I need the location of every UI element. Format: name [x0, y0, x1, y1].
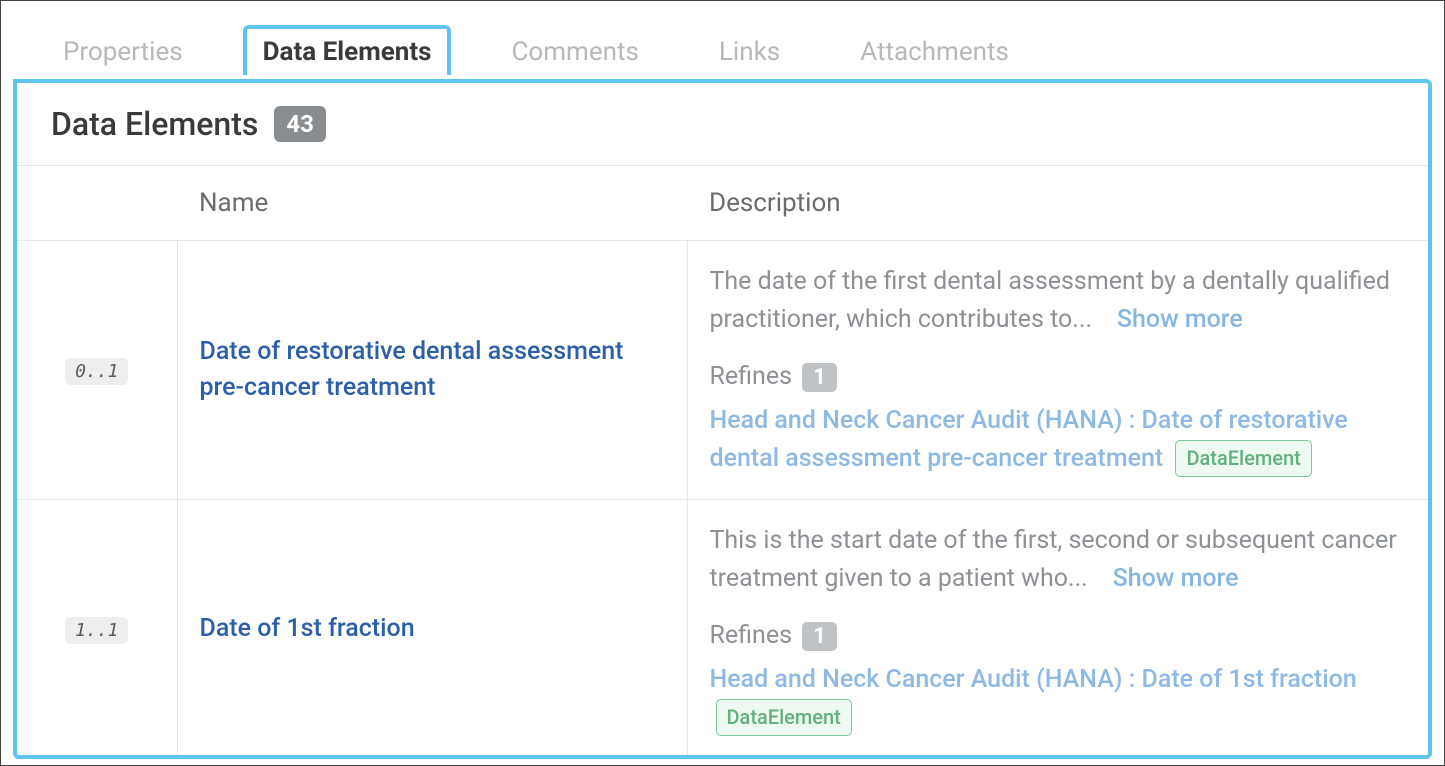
- type-chip: DataElement: [1175, 440, 1311, 477]
- name-cell: Date of restorative dental assessment pr…: [177, 241, 687, 500]
- refines-label: Refines: [710, 621, 792, 650]
- refines-count: 1: [802, 363, 837, 392]
- tab-links[interactable]: Links: [699, 25, 800, 75]
- show-more-link[interactable]: Show more: [1113, 564, 1239, 593]
- cardinality-chip: 1..1: [65, 617, 128, 644]
- window: Properties Data Elements Comments Links …: [0, 0, 1445, 766]
- refines-row: Refines 1 Head and Neck Cancer Audit (HA…: [710, 621, 1407, 736]
- count-badge: 43: [274, 106, 326, 142]
- show-more-link[interactable]: Show more: [1117, 305, 1243, 334]
- panel-header: Data Elements 43: [17, 83, 1428, 166]
- cardinality-cell: 1..1: [17, 500, 177, 759]
- tab-bar: Properties Data Elements Comments Links …: [1, 1, 1444, 83]
- refines-count: 1: [802, 622, 837, 651]
- tab-attachments[interactable]: Attachments: [840, 25, 1029, 75]
- data-elements-panel: Data Elements 43 Name Description 0..1: [13, 79, 1432, 759]
- cardinality-chip: 0..1: [65, 358, 128, 385]
- type-chip: DataElement: [716, 699, 852, 736]
- description-text: This is the start date of the first, sec…: [710, 526, 1397, 593]
- element-name-link[interactable]: Date of restorative dental assessment pr…: [200, 337, 624, 402]
- refines-link-text: Head and Neck Cancer Audit (HANA) : Date…: [710, 665, 1357, 694]
- col-description: Description: [687, 166, 1428, 241]
- table-row: 1..1 Date of 1st fraction This is the st…: [17, 500, 1428, 759]
- elements-table: Name Description 0..1 Date of restorativ…: [17, 166, 1428, 758]
- col-name: Name: [177, 166, 687, 241]
- tab-data-elements[interactable]: Data Elements: [243, 25, 452, 75]
- tab-comments[interactable]: Comments: [491, 25, 658, 75]
- refines-link[interactable]: Head and Neck Cancer Audit (HANA) : Date…: [710, 402, 1407, 477]
- panel-title: Data Elements: [51, 105, 258, 143]
- col-cardinality: [17, 166, 177, 241]
- tab-properties[interactable]: Properties: [43, 25, 203, 75]
- description-cell: This is the start date of the first, sec…: [687, 500, 1428, 759]
- description-text: The date of the first dental assessment …: [710, 267, 1391, 334]
- description-cell: The date of the first dental assessment …: [687, 241, 1428, 500]
- element-name-link[interactable]: Date of 1st fraction: [200, 614, 415, 643]
- table-row: 0..1 Date of restorative dental assessme…: [17, 241, 1428, 500]
- refines-label: Refines: [710, 362, 792, 391]
- name-cell: Date of 1st fraction: [177, 500, 687, 759]
- refines-link[interactable]: Head and Neck Cancer Audit (HANA) : Date…: [710, 661, 1407, 736]
- refines-row: Refines 1 Head and Neck Cancer Audit (HA…: [710, 362, 1407, 477]
- table-header-row: Name Description: [17, 166, 1428, 241]
- cardinality-cell: 0..1: [17, 241, 177, 500]
